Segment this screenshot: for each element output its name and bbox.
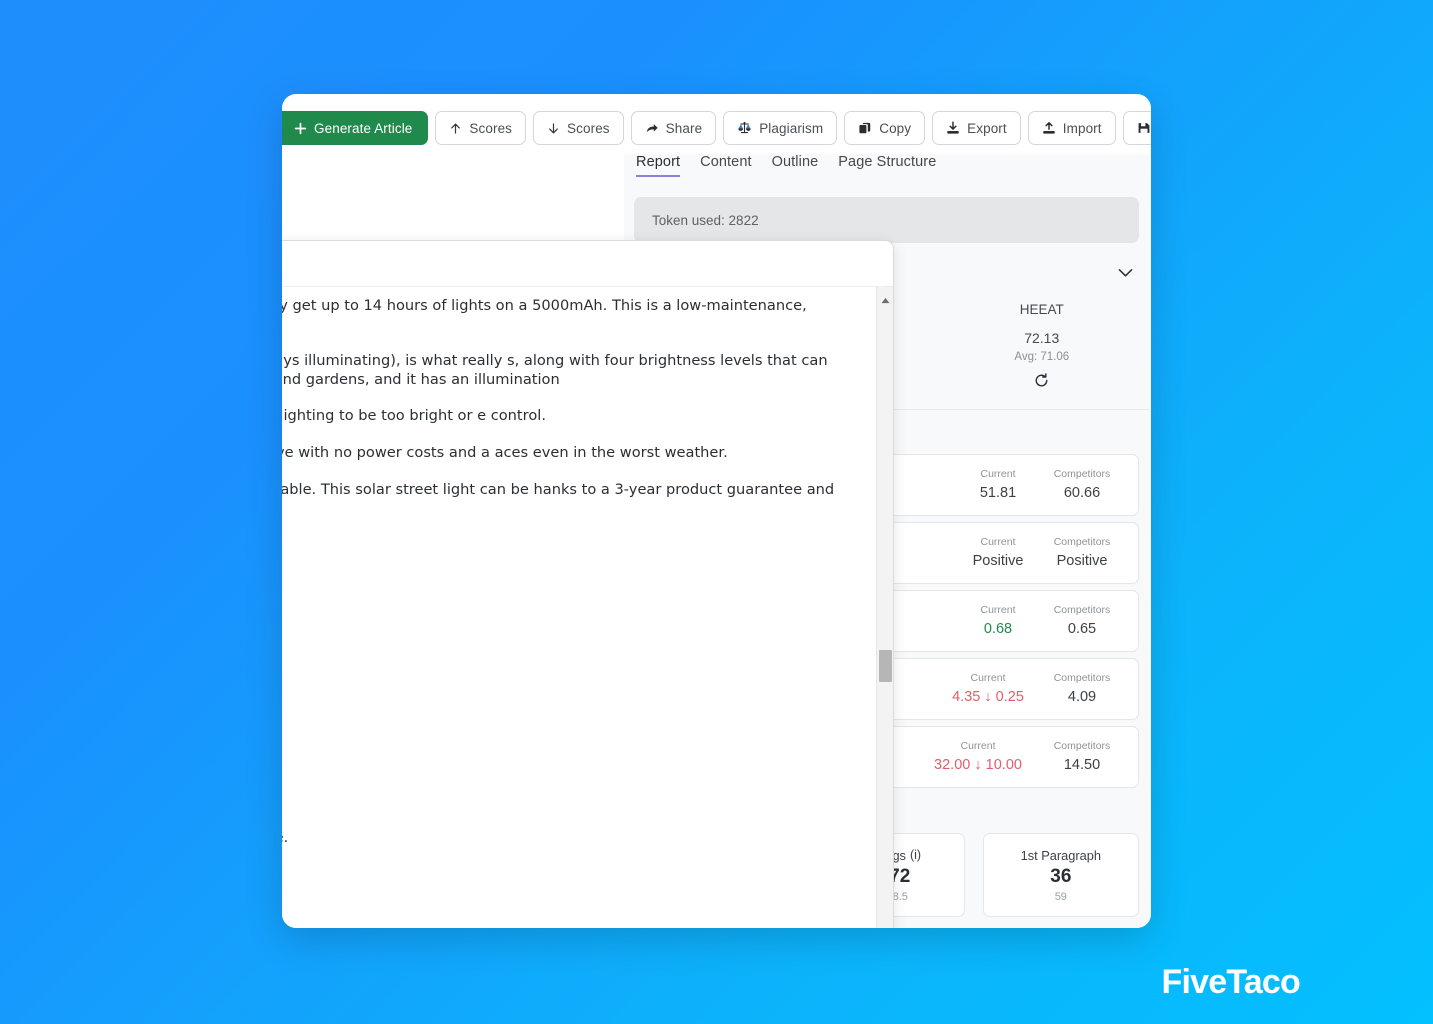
quality-current-delta: 0.25	[995, 689, 1024, 705]
quality-competitors-value: 60.66	[1063, 485, 1101, 501]
tab-content[interactable]: Content	[700, 154, 752, 175]
col-header-competitors: Competitors	[1053, 536, 1111, 548]
app-window: Generate Article Scores Scores Share Pla…	[282, 94, 1151, 928]
col-header-current: Current	[960, 740, 996, 752]
editor-text-area[interactable]: ED. Also, you may get up to 14 hours of …	[282, 287, 876, 928]
generate-article-label: Generate Article	[314, 120, 413, 136]
export-label: Export	[967, 120, 1007, 136]
col-header-current: Current	[980, 536, 1016, 548]
editor-paragraph: ronments. posure.	[282, 828, 289, 846]
structure-card-value: 36	[1050, 865, 1072, 887]
heeat-value: 72.13	[1024, 330, 1060, 346]
token-used-label: Token used: 2822	[652, 212, 759, 228]
heeat-refresh-icon[interactable]	[1034, 373, 1049, 393]
heeat-avg: Avg: 71.06	[1014, 351, 1070, 363]
editor-paragraph: 220° wide-angle lighting to be too brigh…	[282, 407, 546, 425]
delta-down-icon: ↓	[974, 757, 986, 773]
scores-down-label: Scores	[567, 120, 610, 136]
col-header-current: Current	[980, 604, 1016, 616]
generate-article-button[interactable]: Generate Article	[282, 111, 429, 145]
quality-current-value: Positive	[972, 553, 1024, 569]
floppy-disk-icon	[1137, 121, 1151, 135]
delta-down-icon: ↓	[984, 689, 996, 705]
import-button[interactable]: Import	[1027, 111, 1116, 145]
editor-blank-space	[282, 536, 848, 829]
quality-current-col: Current 4.35 ↓ 0.25	[936, 671, 1040, 707]
heeat-label: HEEAT	[1019, 302, 1064, 317]
token-used-bar: Token used: 2822	[634, 197, 1139, 243]
export-button[interactable]: Export	[932, 111, 1021, 145]
quality-current-value: 0.68	[983, 621, 1013, 637]
editor-format-toolbar[interactable]	[282, 241, 893, 287]
tab-page-structure[interactable]: Page Structure	[838, 154, 936, 175]
quality-current-value-wrap: 32.00 ↓ 10.00	[916, 755, 1040, 775]
structure-card-first-paragraph: 1st Paragraph 36 59	[982, 833, 1139, 917]
editor-paragraph: ED. Also, you may get up to 14 hours of …	[282, 297, 807, 314]
col-header-current: Current	[970, 672, 1006, 684]
quality-competitors-value: 4.09	[1067, 689, 1097, 705]
arrow-down-icon	[547, 122, 560, 135]
export-download-icon	[946, 121, 960, 135]
quality-current-value: 51.81	[979, 485, 1017, 501]
col-header-current: Current	[980, 468, 1016, 480]
editor-paragraph: ctive and fashionable. This solar street…	[282, 480, 835, 498]
col-header-competitors: Competitors	[1053, 468, 1111, 480]
scroll-up-arrow-icon[interactable]	[877, 292, 893, 309]
quality-current-delta: 10.00	[985, 757, 1022, 773]
quality-competitors-col: Competitors 14.50	[1040, 739, 1124, 775]
quality-competitors-col: Competitors 4.09	[1040, 671, 1124, 707]
arrow-up-icon	[449, 122, 462, 135]
share-label: Share	[665, 120, 703, 136]
import-label: Import	[1062, 120, 1102, 136]
copy-icon	[858, 121, 872, 135]
report-tabs: Report Content Outline Page Structure	[634, 154, 1139, 184]
editor-paragraph: lighting alternative with no power costs…	[282, 443, 728, 461]
quality-current-col: Current 0.68	[956, 603, 1040, 639]
col-header-competitors: Competitors	[1053, 740, 1111, 752]
copy-label: Copy	[879, 120, 912, 136]
share-arrow-icon	[645, 122, 659, 135]
scrollbar-thumb[interactable]	[879, 650, 892, 682]
structure-card-title: 1st Paragraph	[1020, 847, 1102, 863]
quality-current-value: 4.35	[952, 689, 981, 705]
editor-paragraph: o dawn, and always illuminating), is wha…	[282, 352, 828, 388]
quality-competitors-value: 0.65	[1067, 621, 1097, 637]
quality-current-col: Current 32.00 ↓ 10.00	[916, 739, 1040, 775]
quality-current-value-wrap: 4.35 ↓ 0.25	[936, 687, 1040, 707]
plagiarism-label: Plagiarism	[759, 120, 824, 136]
headings-info-icon[interactable]: (i)	[910, 848, 921, 862]
scores-down-button[interactable]: Scores	[533, 111, 624, 145]
share-button[interactable]: Share	[630, 111, 717, 145]
scores-up-button[interactable]: Scores	[435, 111, 527, 145]
fivetaco-logo: FiveTaco	[1161, 963, 1301, 1001]
tab-report[interactable]: Report	[636, 154, 681, 177]
quality-current-value: 32.00	[934, 757, 971, 773]
tab-outline[interactable]: Outline	[772, 154, 819, 175]
plagiarism-button[interactable]: Plagiarism	[723, 111, 838, 145]
quality-competitors-value: Positive	[1056, 553, 1108, 569]
plus-icon	[294, 122, 307, 135]
col-header-competitors: Competitors	[1053, 604, 1111, 616]
quality-competitors-col: Competitors 0.65	[1040, 603, 1124, 639]
quality-current-col: Current 51.81	[956, 467, 1040, 503]
article-editor-panel: ED. Also, you may get up to 14 hours of …	[282, 240, 894, 928]
save-button[interactable]: Save	[1122, 111, 1151, 145]
quality-current-col: Current Positive	[956, 535, 1040, 571]
scores-up-label: Scores	[469, 120, 513, 136]
quality-competitors-col: Competitors 60.66	[1040, 467, 1124, 503]
import-upload-icon	[1042, 121, 1056, 135]
heeat-metric: HEEAT 72.13 Avg: 71.06	[945, 295, 1140, 393]
quality-competitors-value: 14.50	[1063, 757, 1101, 773]
col-header-competitors: Competitors	[1053, 672, 1111, 684]
scales-icon	[737, 121, 752, 135]
quality-competitors-col: Competitors Positive	[1040, 535, 1124, 571]
main-toolbar: Generate Article Scores Scores Share Pla…	[282, 111, 1151, 145]
copy-button[interactable]: Copy	[844, 111, 926, 145]
editor-scrollbar[interactable]	[876, 287, 893, 928]
chevron-down-icon[interactable]	[1112, 265, 1139, 283]
structure-card-sub: 59	[1054, 890, 1067, 903]
